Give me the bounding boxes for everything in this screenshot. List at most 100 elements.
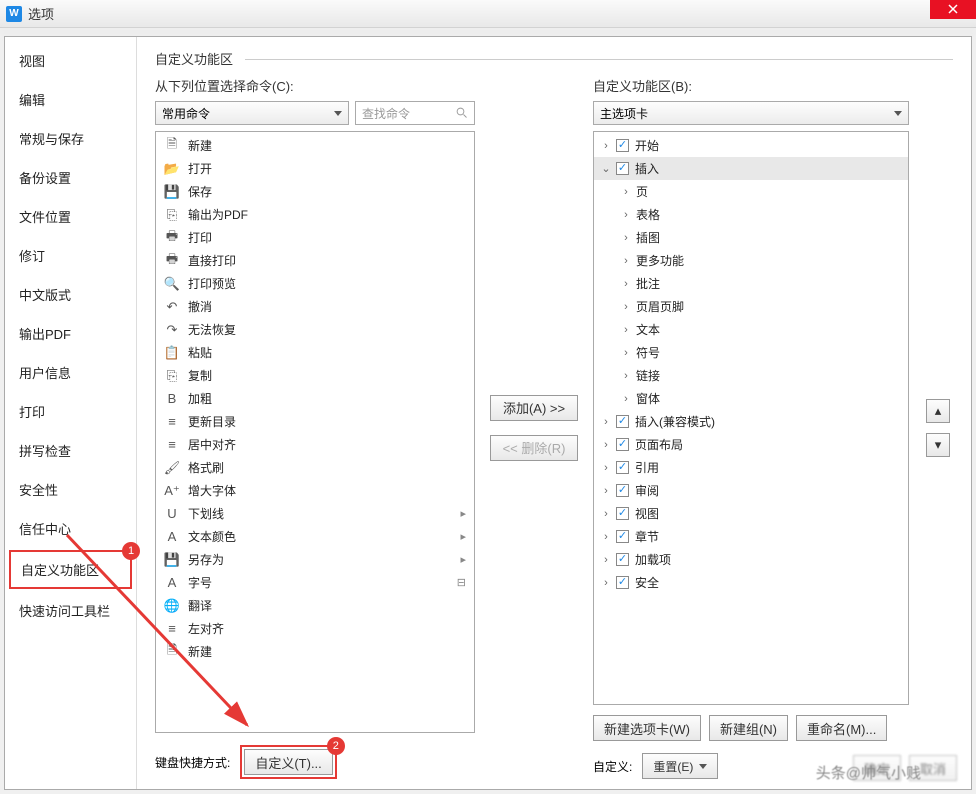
- command-item[interactable]: 🖶直接打印: [156, 249, 474, 272]
- command-item[interactable]: A文本颜色▸: [156, 525, 474, 548]
- sidebar-item[interactable]: 打印: [5, 392, 136, 431]
- tree-toggle-icon[interactable]: ›: [620, 301, 632, 313]
- rename-button[interactable]: 重命名(M)...: [796, 715, 887, 741]
- tree-toggle-icon[interactable]: ⌄: [600, 162, 612, 175]
- command-item[interactable]: ⎘输出为PDF: [156, 203, 474, 226]
- remove-button[interactable]: << 删除(R): [490, 435, 578, 461]
- tree-toggle-icon[interactable]: ›: [620, 393, 632, 405]
- tree-toggle-icon[interactable]: ›: [600, 531, 612, 543]
- sidebar-item[interactable]: 文件位置: [5, 197, 136, 236]
- tree-toggle-icon[interactable]: ›: [600, 416, 612, 428]
- tree-toggle-icon[interactable]: ›: [600, 140, 612, 152]
- tree-toggle-icon[interactable]: ›: [620, 186, 632, 198]
- checkbox[interactable]: [616, 438, 629, 451]
- command-item[interactable]: 🗎新建: [156, 640, 474, 663]
- tree-toggle-icon[interactable]: ›: [600, 485, 612, 497]
- close-button[interactable]: [930, 0, 976, 19]
- tree-toggle-icon[interactable]: ›: [600, 554, 612, 566]
- tree-item[interactable]: ›表格: [594, 203, 908, 226]
- tree-item[interactable]: ›引用: [594, 456, 908, 479]
- command-item[interactable]: 🖌格式刷: [156, 456, 474, 479]
- checkbox[interactable]: [616, 139, 629, 152]
- tree-item[interactable]: ›视图: [594, 502, 908, 525]
- sidebar-item[interactable]: 备份设置: [5, 158, 136, 197]
- tree-item[interactable]: ›插入(兼容模式): [594, 410, 908, 433]
- tree-item[interactable]: ›批注: [594, 272, 908, 295]
- sidebar-item[interactable]: 常规与保存: [5, 119, 136, 158]
- command-item[interactable]: 🖶打印: [156, 226, 474, 249]
- tree-item[interactable]: ›页: [594, 180, 908, 203]
- command-item[interactable]: 🌐翻译: [156, 594, 474, 617]
- tree-toggle-icon[interactable]: ›: [620, 370, 632, 382]
- commands-listbox[interactable]: 🗎新建 📂打开💾保存⎘输出为PDF🖶打印🖶直接打印🔍打印预览↶撤消↷无法恢复📋粘贴…: [155, 131, 475, 733]
- tree-item[interactable]: ›安全: [594, 571, 908, 594]
- command-item[interactable]: A⁺增大字体: [156, 479, 474, 502]
- command-item[interactable]: 💾另存为▸: [156, 548, 474, 571]
- tree-toggle-icon[interactable]: ›: [600, 508, 612, 520]
- checkbox[interactable]: [616, 530, 629, 543]
- checkbox[interactable]: [616, 507, 629, 520]
- sidebar-item[interactable]: 用户信息: [5, 353, 136, 392]
- tree-item[interactable]: ›更多功能: [594, 249, 908, 272]
- command-item[interactable]: 🔍打印预览: [156, 272, 474, 295]
- tree-item[interactable]: ›加载项: [594, 548, 908, 571]
- ribbon-tree[interactable]: ›开始⌄插入›页›表格›插图›更多功能›批注›页眉页脚›文本›符号›链接›窗体›…: [593, 131, 909, 705]
- tree-toggle-icon[interactable]: ›: [620, 255, 632, 267]
- move-down-button[interactable]: ▾: [926, 433, 950, 457]
- commands-category-dropdown[interactable]: 常用命令: [155, 101, 349, 125]
- search-input[interactable]: 查找命令: [355, 101, 475, 125]
- sidebar-item[interactable]: 视图: [5, 41, 136, 80]
- tree-toggle-icon[interactable]: ›: [620, 232, 632, 244]
- sidebar-item[interactable]: 快速访问工具栏: [5, 591, 136, 630]
- tree-item[interactable]: ›窗体: [594, 387, 908, 410]
- command-item[interactable]: 💾保存: [156, 180, 474, 203]
- ribbon-tabs-dropdown[interactable]: 主选项卡: [593, 101, 909, 125]
- tree-toggle-icon[interactable]: ›: [620, 278, 632, 290]
- tree-item[interactable]: ›插图: [594, 226, 908, 249]
- tree-toggle-icon[interactable]: ›: [600, 439, 612, 451]
- tree-toggle-icon[interactable]: ›: [620, 209, 632, 221]
- command-item[interactable]: 📋粘贴: [156, 341, 474, 364]
- sidebar-item[interactable]: 拼写检查: [5, 431, 136, 470]
- add-button[interactable]: 添加(A) >>: [490, 395, 578, 421]
- tree-item[interactable]: ›开始: [594, 134, 908, 157]
- sidebar-item[interactable]: 输出PDF: [5, 314, 136, 353]
- command-item[interactable]: ≡居中对齐: [156, 433, 474, 456]
- tree-item[interactable]: ›章节: [594, 525, 908, 548]
- tree-toggle-icon[interactable]: ›: [600, 577, 612, 589]
- sidebar-item[interactable]: 修订: [5, 236, 136, 275]
- tree-item[interactable]: ›链接: [594, 364, 908, 387]
- command-item[interactable]: ↶撤消: [156, 295, 474, 318]
- tree-item[interactable]: ›页面布局: [594, 433, 908, 456]
- checkbox[interactable]: [616, 162, 629, 175]
- checkbox[interactable]: [616, 461, 629, 474]
- tree-item[interactable]: ⌄插入: [594, 157, 908, 180]
- checkbox[interactable]: [616, 553, 629, 566]
- tree-item[interactable]: ›页眉页脚: [594, 295, 908, 318]
- sidebar-item[interactable]: 自定义功能区1: [9, 550, 132, 589]
- new-tab-button[interactable]: 新建选项卡(W): [593, 715, 701, 741]
- tree-item[interactable]: ›符号: [594, 341, 908, 364]
- checkbox[interactable]: [616, 576, 629, 589]
- move-up-button[interactable]: ▴: [926, 399, 950, 423]
- command-item[interactable]: U下划线▸: [156, 502, 474, 525]
- sidebar-item[interactable]: 中文版式: [5, 275, 136, 314]
- command-item[interactable]: 📂打开: [156, 157, 474, 180]
- command-item[interactable]: B加粗: [156, 387, 474, 410]
- command-item[interactable]: ⎘复制: [156, 364, 474, 387]
- command-item[interactable]: A字号⊟: [156, 571, 474, 594]
- tree-item[interactable]: ›审阅: [594, 479, 908, 502]
- command-item[interactable]: ≡更新目录: [156, 410, 474, 433]
- sidebar-item[interactable]: 安全性: [5, 470, 136, 509]
- sidebar-item[interactable]: 信任中心: [5, 509, 136, 548]
- command-item[interactable]: ↷无法恢复: [156, 318, 474, 341]
- command-item[interactable]: ≡左对齐: [156, 617, 474, 640]
- tree-toggle-icon[interactable]: ›: [620, 347, 632, 359]
- customize-shortcut-button[interactable]: 自定义(T)...: [244, 749, 332, 775]
- new-group-button[interactable]: 新建组(N): [709, 715, 788, 741]
- sidebar-item[interactable]: 编辑: [5, 80, 136, 119]
- tree-toggle-icon[interactable]: ›: [600, 462, 612, 474]
- tree-toggle-icon[interactable]: ›: [620, 324, 632, 336]
- checkbox[interactable]: [616, 484, 629, 497]
- checkbox[interactable]: [616, 415, 629, 428]
